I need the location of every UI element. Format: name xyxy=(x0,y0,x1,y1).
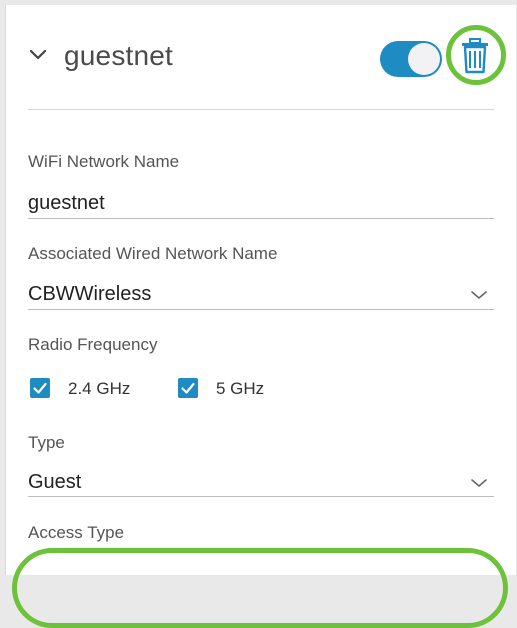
chevron-down-icon[interactable] xyxy=(28,45,48,65)
ssid-label: WiFi Network Name xyxy=(28,152,180,171)
header-divider xyxy=(28,109,494,110)
checkmark-icon xyxy=(181,382,195,394)
wired-network-label: Associated Wired Network Name xyxy=(28,244,278,263)
network-settings-panel: guestnet WiFi Network Name guestnet Asso… xyxy=(5,5,516,575)
highlight-ring xyxy=(12,548,508,628)
wired-network-select[interactable]: CBWWireless xyxy=(28,283,151,306)
toggle-knob xyxy=(408,43,440,75)
type-select[interactable]: Guest xyxy=(28,471,81,494)
network-enable-toggle[interactable] xyxy=(380,41,442,77)
ssid-input[interactable]: guestnet xyxy=(28,192,105,215)
access-type-label: Access Type xyxy=(28,523,125,542)
type-underline xyxy=(28,496,494,497)
radio-5ghz-label: 5 GHz xyxy=(216,379,265,398)
type-label: Type xyxy=(28,433,65,452)
radio-5ghz-checkbox[interactable] xyxy=(178,378,198,398)
trash-icon[interactable] xyxy=(458,37,492,75)
ssid-underline xyxy=(28,218,494,219)
chevron-down-icon[interactable] xyxy=(470,477,488,489)
radio-24ghz-label: 2.4 GHz xyxy=(68,379,131,398)
radio-frequency-label: Radio Frequency xyxy=(28,335,158,354)
network-header: guestnet xyxy=(6,5,516,109)
network-title: guestnet xyxy=(64,40,174,71)
wired-network-underline xyxy=(28,309,494,310)
chevron-down-icon[interactable] xyxy=(470,289,488,301)
radio-24ghz-checkbox[interactable] xyxy=(30,378,50,398)
checkmark-icon xyxy=(33,382,47,394)
